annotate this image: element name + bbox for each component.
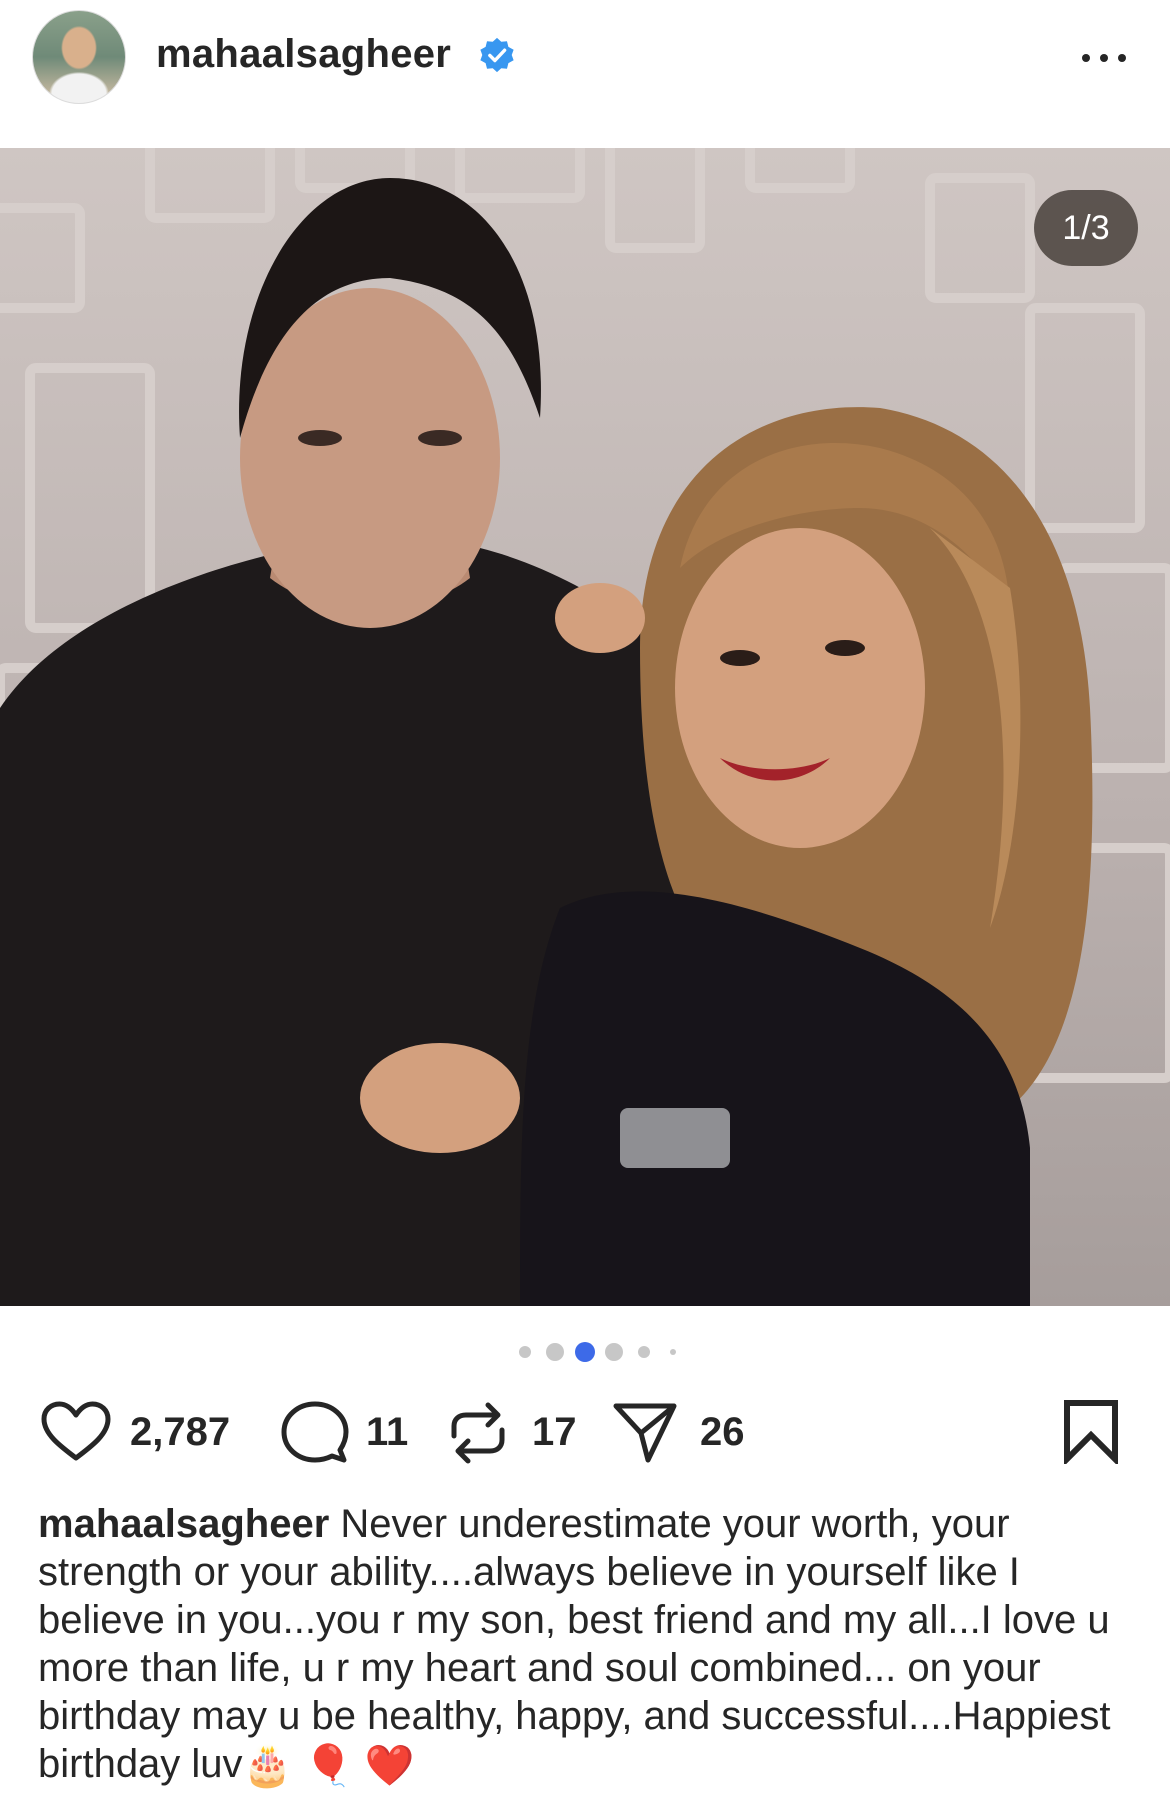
share-button[interactable]: 26 (612, 1390, 762, 1470)
carousel-counter: 1/3 (1034, 190, 1138, 266)
like-count: 2,787 (130, 1410, 231, 1454)
post-header: mahaalsagheer (0, 0, 1170, 128)
comment-count: 11 (366, 1410, 409, 1454)
caption-username[interactable]: mahaalsagheer (38, 1502, 329, 1546)
birthday-cake-emoji: 🎂 (242, 1744, 293, 1789)
post-username[interactable]: mahaalsagheer (156, 32, 451, 77)
carousel-dot (546, 1343, 564, 1361)
repost-button[interactable]: 17 (448, 1390, 578, 1470)
action-bar: 2,787 11 17 26 (0, 1390, 1170, 1470)
share-icon (613, 1403, 677, 1463)
verified-badge-icon (480, 37, 514, 73)
carousel-dot (605, 1343, 623, 1361)
heart-icon (41, 1401, 111, 1461)
more-horizontal-icon[interactable] (1078, 30, 1130, 70)
carousel-dot (670, 1349, 676, 1355)
repost-count: 17 (532, 1410, 577, 1454)
post-photo (0, 148, 1170, 1306)
post-caption: mahaalsagheer Never underestimate your w… (38, 1500, 1138, 1790)
repost-icon (451, 1402, 505, 1464)
share-count: 26 (700, 1410, 745, 1454)
bookmark-icon[interactable] (1062, 1398, 1120, 1464)
carousel-dots (0, 1336, 1170, 1364)
comment-icon (281, 1401, 349, 1463)
carousel-dot (638, 1346, 650, 1358)
balloon-emoji: 🎈 (303, 1744, 354, 1789)
red-heart-emoji: ❤️ (364, 1744, 415, 1789)
carousel-dot-active (575, 1342, 595, 1362)
carousel-dot (519, 1346, 531, 1358)
post-image[interactable]: 1/3 (0, 148, 1170, 1306)
like-button[interactable]: 2,787 (40, 1390, 250, 1470)
avatar[interactable] (32, 10, 126, 104)
comment-button[interactable]: 11 (280, 1390, 410, 1470)
